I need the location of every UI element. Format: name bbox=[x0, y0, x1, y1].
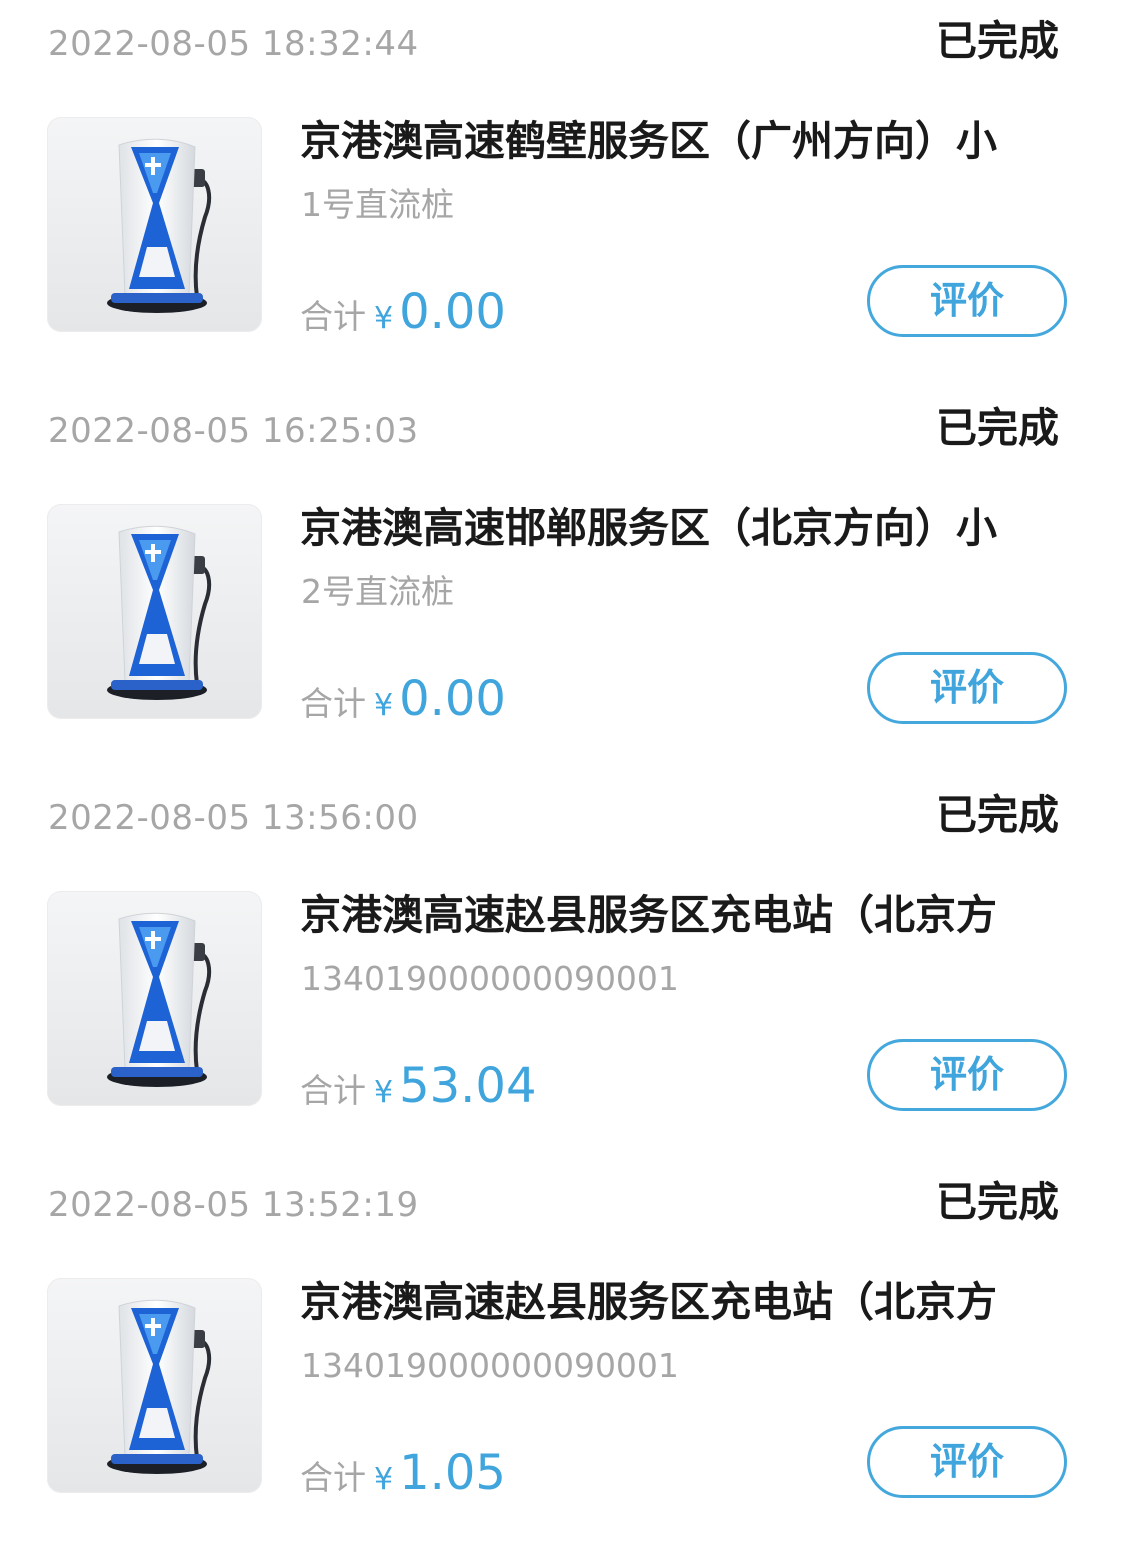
total-label: 合计 bbox=[300, 297, 366, 336]
order-time: 2022-08-05 18:32:44 bbox=[48, 24, 419, 64]
review-button[interactable]: 评价 bbox=[867, 652, 1067, 724]
ev-charger-icon bbox=[47, 1278, 262, 1493]
currency-symbol: ¥ bbox=[374, 301, 394, 336]
station-name: 京港澳高速赵县服务区充电站（北京方 bbox=[300, 891, 997, 939]
station-name: 京港澳高速鹤壁服务区（广州方向）小 bbox=[300, 117, 997, 165]
total-row: 合计 ¥1.05 bbox=[300, 1445, 506, 1509]
order-status: 已完成 bbox=[936, 1178, 1059, 1226]
order-time: 2022-08-05 16:25:03 bbox=[48, 411, 419, 451]
review-button[interactable]: 评价 bbox=[867, 265, 1067, 337]
currency-symbol: ¥ bbox=[374, 688, 394, 723]
total-row: 合计 ¥0.00 bbox=[300, 284, 506, 348]
currency-symbol: ¥ bbox=[374, 1462, 394, 1497]
ev-charger-icon bbox=[47, 117, 262, 332]
order-list: 2022-08-05 18:32:44 已完成 京港澳高速鹤壁服务区（广州方向）… bbox=[0, 0, 1125, 1564]
order-time: 2022-08-05 13:52:19 bbox=[48, 1185, 419, 1225]
order-card[interactable]: 2022-08-05 13:56:00 已完成 京港澳高速赵县服务区充电站（北京… bbox=[0, 774, 1125, 1161]
order-card[interactable]: 2022-08-05 13:52:19 已完成 京港澳高速赵县服务区充电站（北京… bbox=[0, 1161, 1125, 1548]
pile-name: 134019000000090001 bbox=[301, 1346, 679, 1385]
total-amount: 0.00 bbox=[399, 284, 506, 340]
ev-charger-graphic bbox=[107, 525, 212, 700]
ev-charger-graphic bbox=[107, 912, 212, 1087]
ev-charger-icon bbox=[47, 891, 262, 1106]
ev-charger-icon bbox=[47, 504, 262, 719]
order-card[interactable]: 2022-08-05 18:32:44 已完成 京港澳高速鹤壁服务区（广州方向）… bbox=[0, 0, 1125, 387]
total-amount: 1.05 bbox=[399, 1445, 506, 1501]
total-row: 合计 ¥53.04 bbox=[300, 1058, 537, 1122]
review-button[interactable]: 评价 bbox=[867, 1039, 1067, 1111]
total-amount: 0.00 bbox=[399, 671, 506, 727]
order-status: 已完成 bbox=[936, 17, 1059, 65]
order-card[interactable]: 2022-08-05 16:25:03 已完成 京港澳高速邯郸服务区（北京方向）… bbox=[0, 387, 1125, 774]
total-label: 合计 bbox=[300, 684, 366, 723]
total-label: 合计 bbox=[300, 1458, 366, 1497]
station-name: 京港澳高速赵县服务区充电站（北京方 bbox=[300, 1278, 997, 1326]
total-label: 合计 bbox=[300, 1071, 366, 1110]
order-status: 已完成 bbox=[936, 404, 1059, 452]
total-amount: 53.04 bbox=[399, 1058, 537, 1114]
order-status: 已完成 bbox=[936, 791, 1059, 839]
total-row: 合计 ¥0.00 bbox=[300, 671, 506, 735]
pile-name: 134019000000090001 bbox=[301, 959, 679, 998]
station-name: 京港澳高速邯郸服务区（北京方向）小 bbox=[300, 504, 997, 552]
order-time: 2022-08-05 13:56:00 bbox=[48, 798, 419, 838]
currency-symbol: ¥ bbox=[374, 1075, 394, 1110]
ev-charger-graphic bbox=[107, 138, 212, 313]
ev-charger-graphic bbox=[107, 1299, 212, 1474]
pile-name: 1号直流桩 bbox=[301, 185, 454, 224]
pile-name: 2号直流桩 bbox=[301, 572, 454, 611]
review-button[interactable]: 评价 bbox=[867, 1426, 1067, 1498]
